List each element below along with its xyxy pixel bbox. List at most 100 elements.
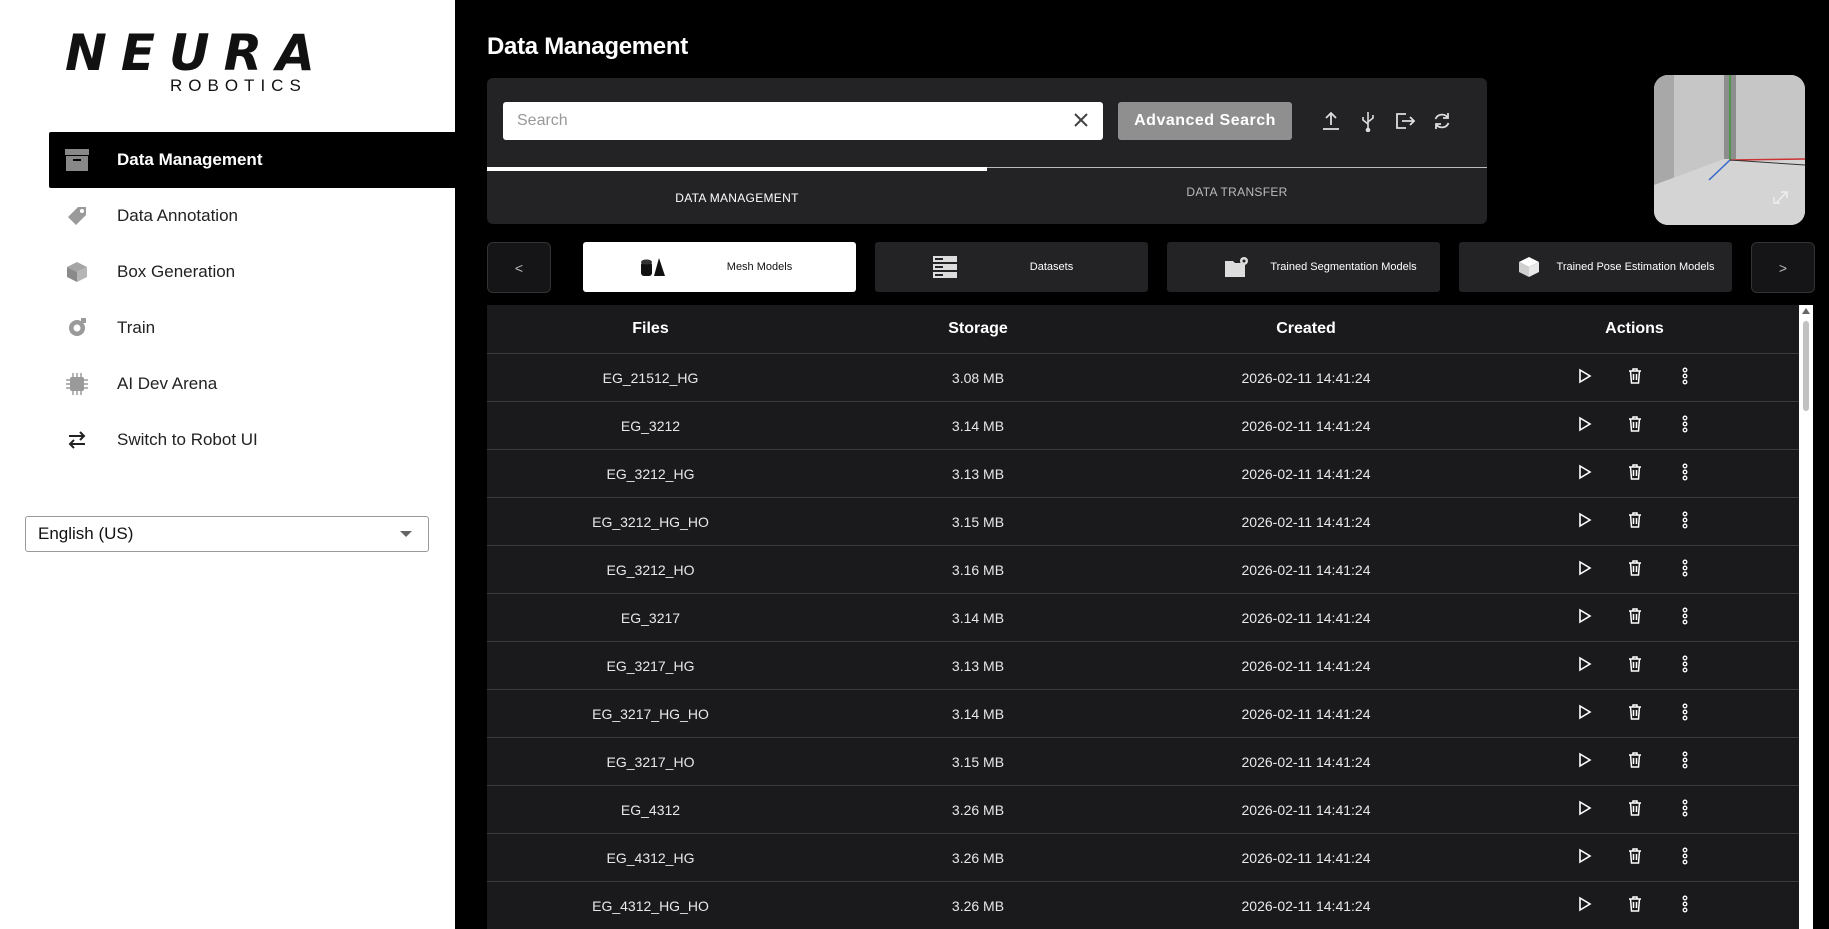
play-button[interactable] xyxy=(1574,559,1596,581)
table-row[interactable]: EG_3217_HG_HO 3.14 MB 2026-02-11 14:41:24 xyxy=(487,690,1799,738)
table-row[interactable]: EG_3217_HO 3.15 MB 2026-02-11 14:41:24 xyxy=(487,738,1799,786)
play-button[interactable] xyxy=(1574,655,1596,677)
category-mesh-models[interactable]: Mesh Models xyxy=(583,242,856,292)
refresh-icon[interactable] xyxy=(1430,109,1454,133)
more-options-button[interactable] xyxy=(1674,607,1696,629)
delete-button[interactable] xyxy=(1624,559,1646,581)
scroll-up-arrow[interactable] xyxy=(1802,308,1810,314)
table-row[interactable]: EG_4312_HG 3.26 MB 2026-02-11 14:41:24 xyxy=(487,834,1799,882)
delete-button[interactable] xyxy=(1624,511,1646,533)
sidebar-item-box-generation[interactable]: Box Generation xyxy=(49,244,455,300)
storage-cell: 3.13 MB xyxy=(951,465,1005,482)
table-row[interactable]: EG_4312 3.26 MB 2026-02-11 14:41:24 xyxy=(487,786,1799,834)
close-icon[interactable] xyxy=(1073,112,1089,133)
export-icon[interactable] xyxy=(1393,109,1417,133)
category-datasets[interactable]: Datasets xyxy=(875,242,1148,292)
play-button[interactable] xyxy=(1574,367,1596,389)
sidebar-item-data-annotation[interactable]: Data Annotation xyxy=(49,188,455,244)
search-input[interactable] xyxy=(515,111,1059,131)
table-row[interactable]: EG_3212_HG 3.13 MB 2026-02-11 14:41:24 xyxy=(487,450,1799,498)
play-button[interactable] xyxy=(1574,511,1596,533)
delete-button[interactable] xyxy=(1624,655,1646,677)
more-options-button[interactable] xyxy=(1674,367,1696,389)
column-header-actions: Actions xyxy=(1605,320,1664,337)
advanced-search-button[interactable]: Advanced Search xyxy=(1118,102,1292,140)
more-options-button[interactable] xyxy=(1674,799,1696,821)
sidebar-item-switch-robot-ui[interactable]: Switch to Robot UI xyxy=(49,412,455,468)
actions-cell xyxy=(1470,751,1799,773)
scrollbar-thumb[interactable] xyxy=(1803,321,1809,411)
tab-data-management[interactable]: DATA MANAGEMENT xyxy=(487,167,987,224)
play-button[interactable] xyxy=(1574,895,1596,917)
delete-button[interactable] xyxy=(1624,415,1646,437)
category-trained-segmentation-models[interactable]: Trained Segmentation Models xyxy=(1167,242,1440,292)
play-icon xyxy=(1578,608,1592,627)
table-row[interactable]: EG_3212 3.14 MB 2026-02-11 14:41:24 xyxy=(487,402,1799,450)
table-row[interactable]: EG_21512_HG 3.08 MB 2026-02-11 14:41:24 xyxy=(487,354,1799,402)
play-icon xyxy=(1578,512,1592,531)
column-header-files[interactable]: Files xyxy=(487,305,814,353)
play-button[interactable] xyxy=(1574,463,1596,485)
more-options-button[interactable] xyxy=(1674,463,1696,485)
delete-button[interactable] xyxy=(1624,703,1646,725)
3d-preview-thumbnail[interactable] xyxy=(1654,75,1805,225)
file-name-cell: EG_3217_HG_HO xyxy=(592,705,709,722)
neura-robotics-logo: NEURA ROBOTICS xyxy=(65,28,400,98)
created-cell: 2026-02-11 14:41:24 xyxy=(1241,849,1371,866)
delete-button[interactable] xyxy=(1624,799,1646,821)
mesh-models-icon xyxy=(633,256,673,278)
more-options-button[interactable] xyxy=(1674,895,1696,917)
more-options-button[interactable] xyxy=(1674,847,1696,869)
table-row[interactable]: EG_3212_HG_HO 3.15 MB 2026-02-11 14:41:24 xyxy=(487,498,1799,546)
play-button[interactable] xyxy=(1574,847,1596,869)
table-row[interactable]: EG_4312_HG_HO 3.26 MB 2026-02-11 14:41:24 xyxy=(487,882,1799,929)
more-options-button[interactable] xyxy=(1674,559,1696,581)
delete-button[interactable] xyxy=(1624,847,1646,869)
delete-button[interactable] xyxy=(1624,751,1646,773)
more-options-button[interactable] xyxy=(1674,703,1696,725)
delete-button[interactable] xyxy=(1624,607,1646,629)
delete-button[interactable] xyxy=(1624,895,1646,917)
table-row[interactable]: EG_3217_HG 3.13 MB 2026-02-11 14:41:24 xyxy=(487,642,1799,690)
category-trained-pose-estimation-models[interactable]: Trained Pose Estimation Models xyxy=(1459,242,1732,292)
play-button[interactable] xyxy=(1574,607,1596,629)
sidebar-item-train[interactable]: Train xyxy=(49,300,455,356)
sidebar-item-ai-dev-arena[interactable]: AI Dev Arena xyxy=(49,356,455,412)
more-vertical-icon xyxy=(1682,703,1688,724)
upload-icon[interactable] xyxy=(1319,109,1343,133)
delete-button[interactable] xyxy=(1624,463,1646,485)
sidebar-item-data-management[interactable]: Data Management xyxy=(49,132,455,188)
category-next-button[interactable]: > xyxy=(1751,242,1815,293)
actions-cell xyxy=(1470,607,1799,629)
tab-data-transfer[interactable]: DATA TRANSFER xyxy=(987,167,1487,224)
search-box[interactable] xyxy=(503,102,1103,140)
more-options-button[interactable] xyxy=(1674,511,1696,533)
file-name-cell: EG_3212_HG xyxy=(606,465,695,482)
actions-cell xyxy=(1470,895,1799,917)
table-row[interactable]: EG_3212_HO 3.16 MB 2026-02-11 14:41:24 xyxy=(487,546,1799,594)
language-select[interactable]: English (US) xyxy=(25,516,429,552)
file-name-cell: EG_4312 xyxy=(620,801,681,818)
play-button[interactable] xyxy=(1574,799,1596,821)
usb-icon[interactable] xyxy=(1356,109,1380,133)
table-scrollbar[interactable] xyxy=(1799,305,1813,929)
delete-button[interactable] xyxy=(1624,367,1646,389)
file-name-cell: EG_3212_HO xyxy=(606,561,695,578)
play-button[interactable] xyxy=(1574,415,1596,437)
category-selector: < Mesh Models Datasets Trained Segmentat… xyxy=(487,242,1815,293)
category-prev-button[interactable]: < xyxy=(487,242,551,293)
play-icon xyxy=(1578,848,1592,867)
pose-model-icon xyxy=(1509,256,1549,278)
category-label: Datasets xyxy=(1029,261,1074,273)
column-header-storage[interactable]: Storage xyxy=(814,305,1142,353)
play-button[interactable] xyxy=(1574,751,1596,773)
chip-icon xyxy=(65,372,89,396)
more-options-button[interactable] xyxy=(1674,415,1696,437)
play-button[interactable] xyxy=(1574,703,1596,725)
category-label: Trained Segmentation Models xyxy=(1270,261,1417,273)
sidebar-nav: Data Management Data Annotation Box Gene… xyxy=(49,132,455,468)
column-header-created[interactable]: Created xyxy=(1142,305,1470,353)
more-options-button[interactable] xyxy=(1674,655,1696,677)
table-row[interactable]: EG_3217 3.14 MB 2026-02-11 14:41:24 xyxy=(487,594,1799,642)
more-options-button[interactable] xyxy=(1674,751,1696,773)
